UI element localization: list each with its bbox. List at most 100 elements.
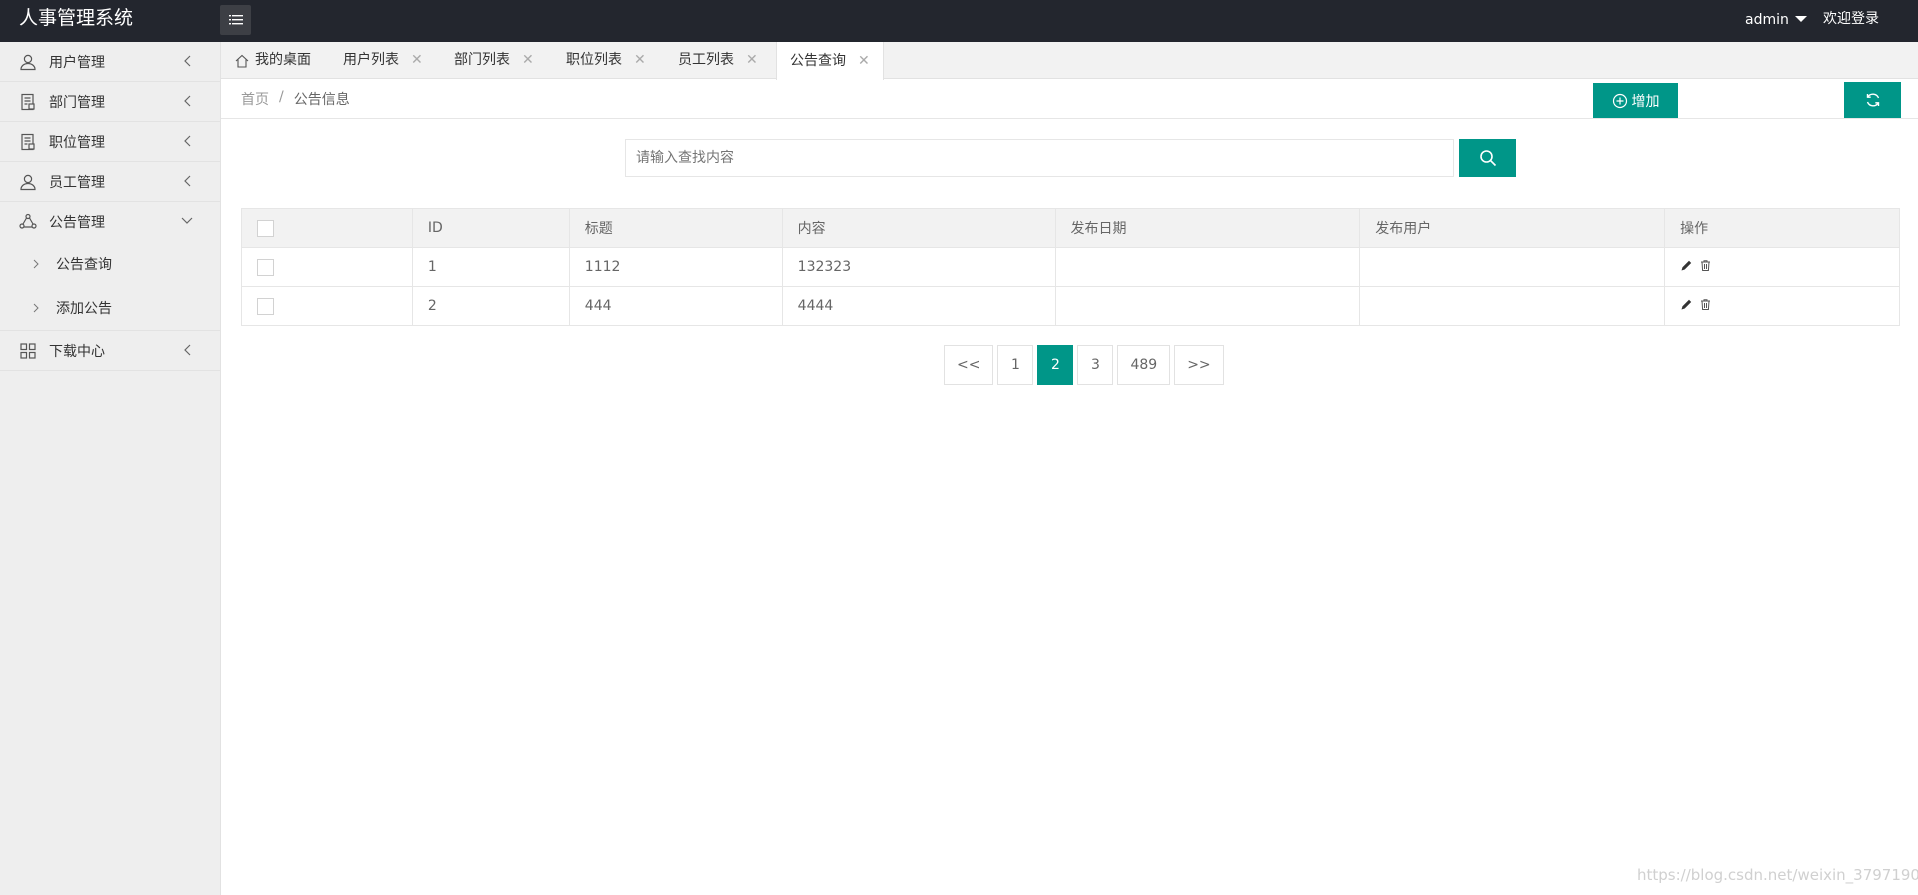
- chevron-left-icon: [180, 94, 194, 108]
- row-select-cell: [241, 286, 413, 326]
- home-icon: [235, 54, 249, 68]
- document-icon: [19, 93, 37, 111]
- delete-icon[interactable]: [1699, 298, 1712, 311]
- tab-label: 员工列表: [678, 52, 734, 68]
- sidebar-item-label: 员工管理: [49, 174, 105, 191]
- sidebar-item-user-management[interactable]: 用户管理: [0, 42, 220, 82]
- cell-title: 1112: [568, 247, 783, 287]
- chevron-left-icon: [180, 54, 194, 68]
- sidebar-item-employee-management[interactable]: 员工管理: [0, 162, 220, 202]
- add-button-label: 增加: [1631, 93, 1660, 110]
- sidebar-subitem-add-notice[interactable]: 添加公告: [0, 286, 220, 330]
- breadcrumb: 首页 / 公告信息: [241, 89, 350, 109]
- chevron-down-icon: [180, 214, 194, 228]
- breadcrumb-separator: /: [279, 89, 284, 105]
- edit-icon[interactable]: [1680, 298, 1693, 311]
- top-header: 人事管理系统 admin 欢迎登录: [0, 0, 1918, 42]
- table-row: 2 444 4444: [241, 286, 1900, 326]
- tab-position-list[interactable]: 职位列表 ✕: [553, 42, 659, 79]
- row-checkbox[interactable]: [257, 297, 274, 315]
- watermark: https://blog.csdn.net/weixin_37971904: [1637, 866, 1918, 884]
- column-header-title: 标题: [568, 208, 783, 248]
- username: admin: [1745, 12, 1789, 28]
- search-button[interactable]: [1459, 139, 1516, 177]
- pagination-page[interactable]: 3: [1077, 345, 1114, 385]
- cell-user: [1359, 247, 1666, 287]
- sidebar-item-label: 职位管理: [49, 134, 105, 151]
- pagination: << 1 2 3 489 >>: [944, 345, 1224, 385]
- logout-link[interactable]: 欢迎登录: [1823, 0, 1879, 40]
- pagination-page[interactable]: 1: [997, 345, 1034, 385]
- breadcrumb-current: 公告信息: [293, 92, 350, 108]
- cell-title: 444: [568, 286, 783, 326]
- pagination-page-current[interactable]: 2: [1037, 345, 1074, 385]
- sidebar-subitem-label: 添加公告: [56, 301, 112, 317]
- menu-toggle-button[interactable]: [220, 5, 251, 35]
- user-icon: [19, 173, 37, 191]
- tab-user-list[interactable]: 用户列表 ✕: [330, 42, 436, 79]
- sidebar-item-label: 公告管理: [49, 215, 105, 231]
- tab-department-list[interactable]: 部门列表 ✕: [441, 42, 547, 79]
- chevron-right-icon: [31, 302, 41, 314]
- select-all-checkbox[interactable]: [257, 219, 274, 237]
- table-row: 1 1112 132323: [241, 247, 1900, 287]
- pagination-page-last[interactable]: 489: [1117, 345, 1171, 385]
- table-header-row: ID 标题 内容 发布日期 发布用户 操作: [241, 208, 1900, 248]
- column-header-user: 发布用户: [1359, 208, 1666, 248]
- sidebar-subitem-label: 公告查询: [56, 257, 112, 273]
- breadcrumb-home-link[interactable]: 首页: [241, 89, 269, 109]
- tab-label: 职位列表: [566, 52, 622, 68]
- close-icon[interactable]: ✕: [746, 42, 758, 79]
- row-select-cell: [241, 247, 413, 287]
- app-title: 人事管理系统: [19, 7, 134, 29]
- sidebar-item-label: 下载中心: [49, 343, 105, 360]
- add-button[interactable]: 增加: [1593, 83, 1678, 118]
- cell-date: [1054, 247, 1361, 287]
- grid-icon: [19, 342, 37, 360]
- cell-actions: [1664, 286, 1900, 326]
- sidebar-subitem-notice-query[interactable]: 公告查询: [0, 242, 220, 286]
- sidebar-item-label: 部门管理: [49, 94, 105, 111]
- tab-my-desktop[interactable]: 我的桌面: [229, 42, 317, 79]
- close-icon[interactable]: ✕: [411, 42, 423, 79]
- tab-label: 用户列表: [343, 52, 399, 68]
- search-icon: [1479, 150, 1496, 167]
- chevron-left-icon: [180, 134, 194, 148]
- edit-icon[interactable]: [1680, 259, 1693, 272]
- refresh-button[interactable]: [1844, 82, 1901, 118]
- close-icon[interactable]: ✕: [522, 42, 534, 79]
- row-checkbox[interactable]: [257, 258, 274, 276]
- close-icon[interactable]: ✕: [858, 43, 870, 80]
- user-menu[interactable]: admin: [1745, 0, 1807, 40]
- cell-id: 1: [411, 247, 570, 287]
- breadcrumb-bar: 首页 / 公告信息 增加: [221, 79, 1918, 119]
- chevron-left-icon: [180, 343, 194, 357]
- sidebar-item-department-management[interactable]: 部门管理: [0, 82, 220, 122]
- cell-actions: [1664, 247, 1900, 287]
- sidebar-item-position-management[interactable]: 职位管理: [0, 122, 220, 162]
- tab-bar: 我的桌面 用户列表 ✕ 部门列表 ✕ 职位列表 ✕ 员工列表 ✕ 公告查询 ✕: [221, 42, 1918, 80]
- cell-content: 132323: [781, 247, 1056, 287]
- cell-date: [1054, 286, 1361, 326]
- close-icon[interactable]: ✕: [634, 42, 646, 79]
- notice-table: ID 标题 内容 发布日期 发布用户 操作 1 1112 132323 2 44…: [241, 208, 1900, 326]
- pagination-prev[interactable]: <<: [944, 345, 994, 385]
- tab-notice-query[interactable]: 公告查询 ✕: [776, 42, 884, 80]
- sidebar-item-notice-management[interactable]: 公告管理: [0, 202, 220, 242]
- chevron-right-icon: [31, 258, 41, 270]
- column-header-date: 发布日期: [1054, 208, 1361, 248]
- delete-icon[interactable]: [1699, 259, 1712, 272]
- pagination-next[interactable]: >>: [1174, 345, 1224, 385]
- sidebar-item-download-center[interactable]: 下载中心: [0, 331, 220, 371]
- tab-label: 公告查询: [790, 52, 846, 69]
- cell-user: [1359, 286, 1666, 326]
- list-icon: [228, 15, 243, 25]
- caret-down-icon: [1794, 16, 1807, 22]
- plus-circle-icon: [1612, 93, 1627, 108]
- notice-submenu: 公告查询 添加公告: [0, 242, 220, 331]
- tab-employee-list[interactable]: 员工列表 ✕: [665, 42, 771, 79]
- share-icon: [19, 213, 37, 231]
- search-input[interactable]: [625, 139, 1454, 177]
- select-all-cell: [241, 208, 413, 248]
- column-header-id: ID: [411, 208, 570, 248]
